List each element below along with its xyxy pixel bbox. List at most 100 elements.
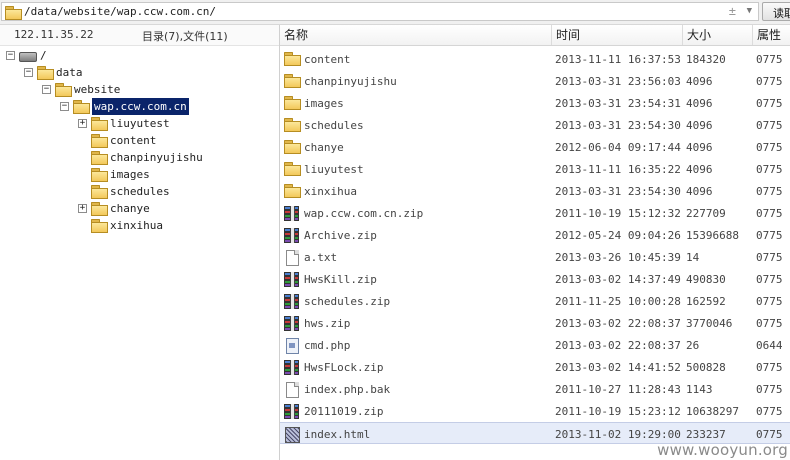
tree-node[interactable]: xinxihua: [0, 217, 279, 234]
tree-node[interactable]: − data: [0, 64, 279, 81]
tree-header: 122.11.35.22 目录(7),文件(11): [0, 25, 279, 46]
file-row[interactable]: chanpinyujishu 2013-03-31 23:56:03 4096 077…: [280, 70, 790, 92]
watermark: www.wooyun.org: [657, 441, 788, 459]
tree-node-label: liuyutest: [110, 117, 170, 130]
tree-node[interactable]: + liuyutest: [0, 115, 279, 132]
file-row[interactable]: liuyutest 2013-11-11 16:35:22 4096 0775: [280, 158, 790, 180]
tree-node[interactable]: images: [0, 166, 279, 183]
file-name: content: [304, 53, 351, 66]
folder-icon: [5, 6, 22, 20]
folder-icon: [284, 184, 301, 198]
file-name: images: [304, 97, 344, 110]
archive-icon: [284, 272, 299, 287]
archive-icon: [284, 294, 299, 309]
file-row[interactable]: cmd.php 2013-03-02 22:08:37 26 0644: [280, 334, 790, 356]
file-perm: 0775: [756, 273, 783, 286]
collapse-icon[interactable]: −: [6, 51, 15, 60]
file-size: 4096: [686, 185, 713, 198]
folder-icon: [284, 162, 301, 176]
address-toolbar: /data/website/wap.ccw.com.cn/ ± ▼ 读取: [0, 0, 790, 25]
file-row[interactable]: xinxihua 2013-03-31 23:54:30 4096 0775: [280, 180, 790, 202]
file-row[interactable]: schedules.zip 2011-11-25 10:00:28 162592 07…: [280, 290, 790, 312]
html-file-icon: [285, 427, 300, 443]
file-row[interactable]: Archive.zip 2012-05-24 09:04:26 15396688 07…: [280, 224, 790, 246]
file-row[interactable]: schedules 2013-03-31 23:54:30 4096 0775: [280, 114, 790, 136]
file-row[interactable]: HwsKill.zip 2013-03-02 14:37:49 490830 0775: [280, 268, 790, 290]
collapse-icon[interactable]: −: [60, 102, 69, 111]
tree-node[interactable]: chanpinyujishu: [0, 149, 279, 166]
file-time: 2013-03-02 14:41:52: [555, 361, 681, 374]
file-time: 2013-03-31 23:54:30: [555, 119, 681, 132]
tree-node-label: chanye: [110, 202, 150, 215]
tree-node[interactable]: schedules: [0, 183, 279, 200]
file-perm: 0775: [756, 163, 783, 176]
dir-file-count: 目录(7),文件(11): [142, 30, 228, 43]
file-row[interactable]: 20111019.zip 2011-10-19 15:23:12 10638297 0…: [280, 400, 790, 422]
file-size: 4096: [686, 97, 713, 110]
file-time: 2013-03-31 23:54:30: [555, 185, 681, 198]
file-size: 15396688: [686, 229, 739, 242]
file-row[interactable]: HwsFLock.zip 2013-03-02 14:41:52 500828 077…: [280, 356, 790, 378]
file-size: 4096: [686, 163, 713, 176]
file-perm: 0775: [756, 207, 783, 220]
file-time: 2012-06-04 09:17:44: [555, 141, 681, 154]
tree-node-label: chanpinyujishu: [110, 151, 203, 164]
file-row[interactable]: wap.ccw.com.cn.zip 2011-10-19 15:12:32 227…: [280, 202, 790, 224]
open-folder-icon: [73, 100, 90, 114]
expand-icon[interactable]: +: [78, 119, 87, 128]
file-time: 2013-03-02 22:08:37: [555, 317, 681, 330]
php-file-icon: [286, 338, 299, 354]
file-name: wap.ccw.com.cn.zip: [304, 207, 424, 220]
file-row[interactable]: chanye 2012-06-04 09:17:44 4096 0775: [280, 136, 790, 158]
archive-icon: [284, 360, 299, 375]
file-list-panel: 名称 时间 大小 属性 content 2013-11-11 16:37:53 18…: [280, 25, 790, 460]
file-size: 4096: [686, 75, 713, 88]
tree-node-label: /: [40, 49, 47, 62]
folder-icon: [37, 66, 54, 80]
folder-icon: [91, 117, 108, 131]
file-name: a.txt: [304, 251, 338, 264]
file-row[interactable]: hws.zip 2013-03-02 22:08:37 3770046 0775: [280, 312, 790, 334]
column-size[interactable]: 大小: [682, 25, 752, 45]
folder-icon: [284, 96, 301, 110]
tree-node[interactable]: − /: [0, 47, 279, 64]
file-name: 20111019.zip: [304, 405, 384, 418]
file-size: 14: [686, 251, 700, 264]
collapse-icon[interactable]: −: [24, 68, 33, 77]
tree-node-label: schedules: [110, 185, 170, 198]
file-row[interactable]: content 2013-11-11 16:37:53 184320 0775: [280, 48, 790, 70]
file-perm: 0775: [756, 317, 783, 330]
tree-node[interactable]: − website: [0, 81, 279, 98]
file-perm: 0775: [756, 229, 783, 242]
file-name: xinxihua: [304, 185, 357, 198]
dropdown-arrow-icon[interactable]: ▼: [747, 6, 752, 16]
column-time[interactable]: 时间: [551, 25, 682, 45]
file-perm: 0775: [756, 75, 783, 88]
column-name[interactable]: 名称: [280, 25, 555, 45]
file-perm: 0775: [756, 119, 783, 132]
path-input[interactable]: /data/website/wap.ccw.com.cn/ ± ▼: [1, 2, 759, 21]
file-time: 2013-03-31 23:54:31: [555, 97, 681, 110]
file-row[interactable]: a.txt 2013-03-26 10:45:39 14 0775: [280, 246, 790, 268]
file-time: 2011-10-19 15:23:12: [555, 405, 681, 418]
tree-node[interactable]: content: [0, 132, 279, 149]
file-time: 2013-11-11 16:35:22: [555, 163, 681, 176]
tree-node[interactable]: + chanye: [0, 200, 279, 217]
file-perm: 0775: [756, 361, 783, 374]
file-name: liuyutest: [304, 163, 364, 176]
expand-icon[interactable]: +: [78, 204, 87, 213]
file-time: 2011-10-27 11:28:43: [555, 383, 681, 396]
file-name: index.php.bak: [304, 383, 391, 396]
file-time: 2013-11-02 19:29:00: [555, 428, 681, 441]
file-perm: 0644: [756, 339, 783, 352]
plus-minus-icon[interactable]: ±: [729, 4, 736, 18]
read-button[interactable]: 读取: [762, 2, 790, 21]
column-perm[interactable]: 属性: [752, 25, 790, 45]
file-row[interactable]: images 2013-03-31 23:54:31 4096 0775: [280, 92, 790, 114]
file-row[interactable]: index.php.bak 2011-10-27 11:28:43 1143 0775: [280, 378, 790, 400]
file-perm: 0775: [756, 141, 783, 154]
folder-icon: [91, 168, 108, 182]
file-size: 3770046: [686, 317, 733, 330]
collapse-icon[interactable]: −: [42, 85, 51, 94]
tree-node[interactable]: − wap.ccw.com.cn: [0, 97, 279, 116]
